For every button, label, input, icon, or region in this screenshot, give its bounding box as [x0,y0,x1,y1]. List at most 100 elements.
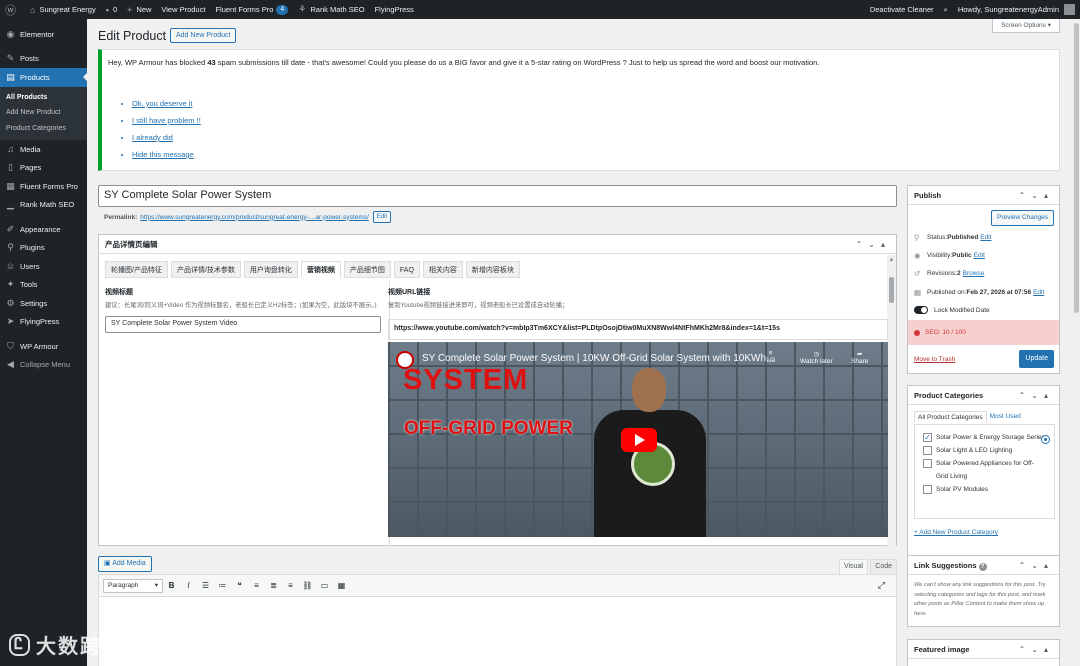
submenu-all-products[interactable]: All Products [0,90,87,106]
tab-carousel[interactable]: 轮播图/产品特征 [105,261,168,278]
share-icon[interactable]: ➦ Share [851,350,868,365]
submenu-product-categories[interactable]: Product Categories [0,121,87,137]
preview-changes-button[interactable]: Preview Changes [991,210,1054,226]
channel-avatar[interactable] [396,351,414,369]
bold-icon[interactable]: B [163,581,180,590]
metabox-controls[interactable]: ⌃⌄▴ [1019,640,1054,659]
sidebar-item-users[interactable]: ☺ Users [0,257,87,276]
category-item[interactable]: Solar PV Modules [923,483,1046,496]
sidebar-item-flyingpress[interactable]: ➤ FlyingPress [0,313,87,332]
fullscreen-icon[interactable]: ⤢ [873,580,890,591]
tab-new-block[interactable]: 新增内容板块 [465,261,520,278]
primary-category-radio[interactable] [1041,435,1050,444]
watch-later-icon[interactable]: ◷ Watch later [800,350,833,365]
move-to-trash-link[interactable]: Move to Trash [914,356,955,363]
playlist-icon[interactable]: ≡ 1/2 [766,350,775,364]
tab-faq[interactable]: FAQ [393,261,420,278]
numbered-list-icon[interactable]: ≔ [214,581,231,590]
lock-modified-toggle[interactable] [914,306,928,314]
metabox-header: 产品详情页编辑 ⌃⌄▴ [99,235,896,254]
tab-related[interactable]: 相关内容 [422,261,463,278]
screen-options-button[interactable]: Screen Options ▾ [992,19,1060,33]
new-content-link[interactable]: + New [122,0,156,19]
checkbox[interactable] [923,459,932,468]
sidebar-item-pages[interactable]: ▯ Pages [0,159,87,178]
notification-badge: 4 [276,4,289,15]
sidebar-item-plugins[interactable]: ⚲ Plugins [0,239,87,258]
tab-visual[interactable]: Visual [839,559,868,574]
browse-revisions-link[interactable]: Browse [963,270,985,277]
wordpress-logo-icon[interactable]: ⓦ [0,0,25,19]
tab-details[interactable]: 产品详情/技术参数 [170,261,241,278]
align-left-icon[interactable]: ≡ [248,581,265,590]
content-editor[interactable]: Paragraph ▾ B I ☰ ≔ ❝ ≡ ≣ ≡ ⛓ ▭ ▦ ⤢ [98,574,897,666]
sidebar-item-fluent-forms[interactable]: ▦ Fluent Forms Pro [0,177,87,196]
video-url-input[interactable]: https://www.youtube.com/watch?v=mbIp3Tm6… [388,319,888,340]
date-edit-link[interactable]: Edit [1033,289,1044,296]
format-select[interactable]: Paragraph ▾ [103,578,163,593]
submenu-add-new-product[interactable]: Add New Product [0,105,87,121]
sidebar-item-tools[interactable]: ✦ Tools [0,276,87,295]
sidebar-item-rank-math[interactable]: ▁ Rank Math SEO [0,196,87,215]
sidebar-item-products[interactable]: ▤ Products [0,68,87,87]
tab-inquiry[interactable]: 用户询盘转化 [243,261,298,278]
align-center-icon[interactable]: ≣ [265,581,282,590]
visibility-edit-link[interactable]: Edit [974,252,985,259]
search-icon[interactable]: ⌕ [939,0,953,19]
add-new-category-link[interactable]: + Add New Product Category [914,529,998,536]
account-menu[interactable]: Howdy, SungreatenergyAdmin [953,0,1080,19]
youtube-video-preview[interactable]: SYSTEM OFF-GRID POWER SY Complete Solar … [388,342,888,537]
toolbar-toggle-icon[interactable]: ▦ [333,581,350,590]
tab-marketing-video[interactable]: 营销视频 [300,261,341,278]
site-name-link[interactable]: ⌂ Sungreat Energy [25,0,101,19]
sidebar-item-posts[interactable]: ✎ Posts [0,50,87,69]
blockquote-icon[interactable]: ❝ [231,581,248,590]
tab-all-categories[interactable]: All Product Categories [914,411,987,423]
italic-icon[interactable]: I [180,581,197,590]
help-icon[interactable]: ? [978,563,987,571]
update-button[interactable]: Update [1019,350,1054,368]
checkbox[interactable] [923,446,932,455]
flyingpress-link[interactable]: FlyingPress [370,0,419,19]
category-item[interactable]: ✓ Solar Power & Energy Storage Series [923,431,1050,444]
align-right-icon[interactable]: ≡ [282,581,299,590]
link-icon[interactable]: ⛓ [299,581,316,590]
metabox-controls[interactable]: ⌃⌄▴ [856,235,891,254]
sidebar-item-elementor[interactable]: ◉ Elementor [0,25,87,44]
video-title-input[interactable]: SY Complete Solar Power System Video [105,316,381,333]
metabox-controls[interactable]: ⌃⌄▴ [1019,386,1054,405]
metabox-controls[interactable]: ⌃⌄▴ [1019,556,1054,575]
sidebar-item-appearance[interactable]: ✐ Appearance [0,220,87,239]
sidebar-item-wp-armour[interactable]: ⛉ WP Armour [0,337,87,356]
permalink-url[interactable]: https://www.sungreatenergy.com/product/s… [140,214,369,221]
checkbox-checked-icon[interactable]: ✓ [923,433,932,442]
post-title-input[interactable]: SY Complete Solar Power System [98,185,897,207]
tab-code[interactable]: Code [870,559,897,574]
play-button-icon[interactable] [621,428,657,452]
bullet-list-icon[interactable]: ☰ [197,581,214,590]
metabox-scrollbar[interactable]: ▲ [887,255,896,546]
collapse-menu-button[interactable]: ◀ Collapse Menu [0,356,87,375]
video-title-overlay[interactable]: SY Complete Solar Power System | 10KW Of… [422,353,776,364]
checkbox[interactable] [923,485,932,494]
status-edit-link[interactable]: Edit [980,234,991,241]
brush-icon: ✐ [6,223,15,234]
category-item[interactable]: Solar Light & LED Lighting [923,444,1046,457]
fluent-forms-link[interactable]: Fluent Forms Pro 4 [210,0,293,19]
sidebar-item-settings[interactable]: ⚙ Settings [0,294,87,313]
seo-score[interactable]: SEO: 10 / 100 [908,320,1059,345]
view-product-link[interactable]: View Product [156,0,210,19]
category-item[interactable]: Solar Powered Appliances for Off-Grid Li… [923,457,1046,483]
rank-math-link[interactable]: ⚘ Rank Math SEO [293,0,369,19]
page-scrollbar[interactable] [1073,19,1080,666]
tab-detail-images[interactable]: 产品细节图 [343,261,391,278]
tab-most-used[interactable]: Most Used [987,411,1024,423]
metabox-controls[interactable]: ⌃⌄▴ [1019,186,1054,205]
read-more-icon[interactable]: ▭ [316,581,333,590]
comments-link[interactable]: ▪ 0 [101,0,122,19]
add-new-product-button[interactable]: Add New Product [170,28,237,43]
deactivate-cleaner-link[interactable]: Deactivate Cleaner [865,0,939,19]
permalink-edit-button[interactable]: Edit [372,211,392,223]
add-media-button[interactable]: ▣ Add Media [98,556,152,572]
sidebar-item-media[interactable]: ♫ Media [0,140,87,159]
